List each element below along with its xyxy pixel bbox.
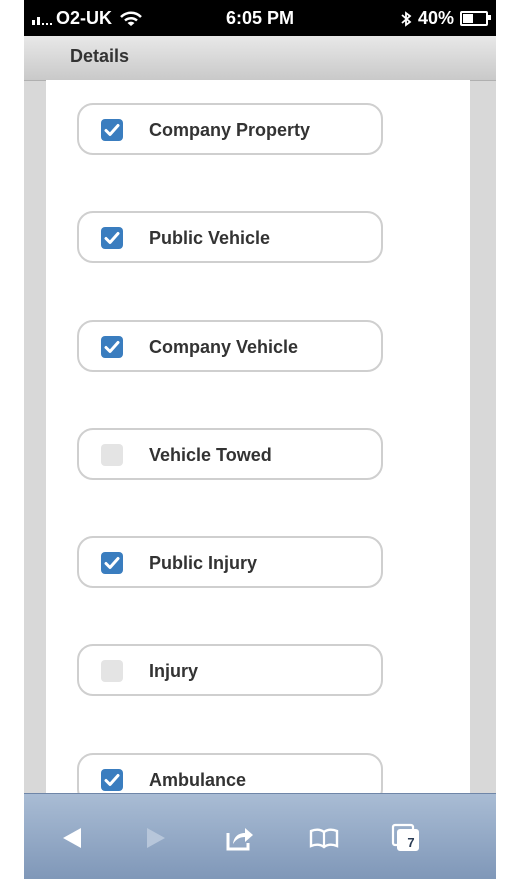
checkbox-checked-icon[interactable]: [101, 227, 123, 249]
checkmark-icon: [104, 232, 120, 244]
details-header: Details: [24, 36, 496, 81]
bookmarks-button[interactable]: [304, 818, 344, 858]
checkbox-label: Ambulance: [149, 770, 247, 790]
checkmark-icon: [104, 124, 120, 136]
checkbox-checked-icon[interactable]: [101, 336, 123, 358]
checkmark-icon: [104, 774, 120, 786]
checkbox-company-vehicle[interactable]: Company Vehicle: [77, 320, 383, 372]
checkbox-checked-icon[interactable]: [101, 552, 123, 574]
checkbox-label: Company Vehicle: [149, 337, 299, 357]
browser-toolbar: 7: [24, 793, 496, 879]
page-title: Details: [70, 46, 130, 66]
phone-screen: O2-UK 6:05 PM 40% Details Company Proper…: [24, 0, 496, 879]
checkbox-label: Public Injury: [149, 553, 258, 573]
details-content[interactable]: Company Property Public Vehicle Company …: [46, 80, 470, 793]
checkbox-public-injury[interactable]: Public Injury: [77, 536, 383, 588]
share-button[interactable]: [220, 818, 260, 858]
checkbox-label: Company Property: [149, 120, 311, 140]
checkbox-unchecked-icon[interactable]: [101, 444, 123, 466]
checkbox-label: Vehicle Towed: [149, 445, 272, 465]
forward-arrow-icon: [147, 828, 165, 848]
checkbox-unchecked-icon[interactable]: [101, 660, 123, 682]
battery-level: [463, 14, 473, 23]
checkbox-company-property[interactable]: Company Property: [77, 103, 383, 155]
tabs-count: 7: [407, 835, 415, 850]
checkbox-vehicle-towed[interactable]: Vehicle Towed: [77, 428, 383, 480]
battery-percent: 40%: [417, 8, 454, 28]
checkbox-injury[interactable]: Injury: [77, 644, 383, 696]
checkmark-icon: [104, 557, 120, 569]
checkbox-checked-icon[interactable]: [101, 119, 123, 141]
tabs-button[interactable]: 7: [386, 818, 426, 858]
checkbox-public-vehicle[interactable]: Public Vehicle: [77, 211, 383, 263]
checkbox-checked-icon[interactable]: [101, 769, 123, 791]
status-right: 40%: [400, 8, 491, 29]
checkbox-label: Public Vehicle: [149, 228, 271, 248]
bluetooth-icon: [401, 10, 412, 27]
forward-button[interactable]: [136, 818, 176, 858]
back-arrow-icon: [63, 828, 81, 848]
share-icon: [226, 828, 253, 851]
checkmark-icon: [104, 341, 120, 353]
checkbox-label: Injury: [149, 661, 199, 681]
status-bar: O2-UK 6:05 PM 40%: [24, 0, 496, 36]
battery-icon: [460, 11, 491, 26]
checkbox-ambulance[interactable]: Ambulance: [77, 753, 383, 793]
back-button[interactable]: [52, 818, 92, 858]
bookmarks-icon: [309, 828, 339, 849]
